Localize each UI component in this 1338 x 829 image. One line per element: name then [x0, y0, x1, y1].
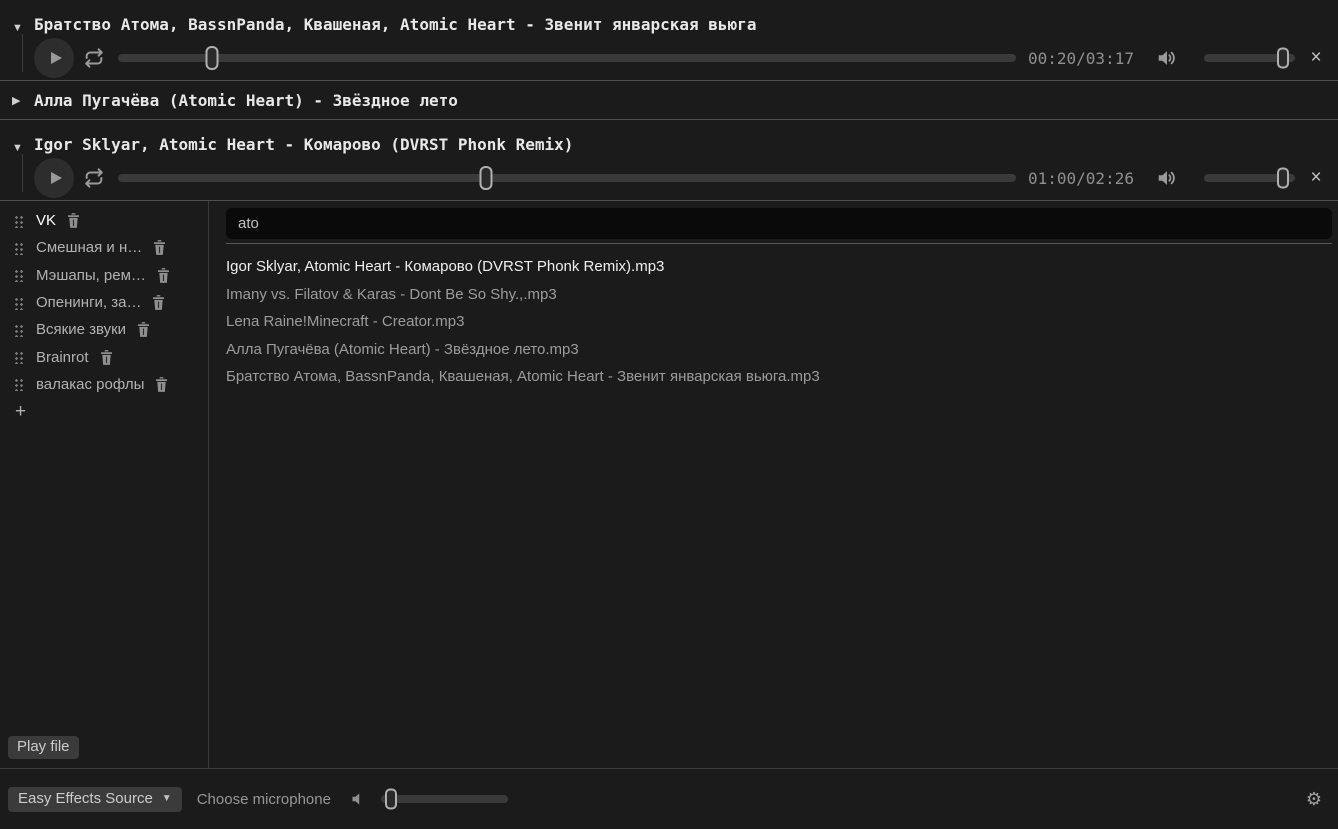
- drag-handle-icon[interactable]: [14, 241, 24, 255]
- drag-handle-icon[interactable]: [14, 214, 24, 228]
- tab-label: Мэшапы, рем…: [36, 267, 146, 284]
- play-icon: [51, 172, 62, 184]
- volume-icon[interactable]: [1156, 47, 1178, 69]
- audio-source-label: Easy Effects Source: [18, 790, 153, 807]
- collapse-arrow-icon[interactable]: ▼: [12, 142, 26, 154]
- tab-label: валакас рофлы: [36, 376, 144, 393]
- tab-label: Опенинги, за…: [36, 294, 141, 311]
- seek-slider-thumb[interactable]: [480, 166, 493, 190]
- add-tab-button[interactable]: +: [0, 398, 208, 425]
- trash-icon[interactable]: [157, 268, 170, 283]
- audio-source-dropdown[interactable]: Easy Effects Source ▼: [8, 787, 182, 812]
- sidebar-tab-mashups[interactable]: Мэшапы, рем…: [0, 262, 208, 289]
- sidebar-tab-smeshnaya[interactable]: Смешная и н…: [0, 234, 208, 261]
- sidebar-tab-openings[interactable]: Опенинги, за…: [0, 289, 208, 316]
- mic-volume-slider-thumb[interactable]: [385, 789, 397, 810]
- file-row[interactable]: Lena Raine!Minecraft - Creator.mp3: [226, 308, 1332, 336]
- close-icon[interactable]: ×: [1305, 167, 1327, 189]
- trash-icon[interactable]: [152, 295, 165, 310]
- player-1-header[interactable]: ▼ Братство Атома, BassnPanda, Квашеная, …: [0, 0, 1338, 36]
- file-row[interactable]: Братство Атома, BassnPanda, Квашеная, At…: [226, 363, 1332, 391]
- drag-handle-icon[interactable]: [14, 323, 24, 337]
- sidebar-tab-vsyakie-zvuki[interactable]: Всякие звуки: [0, 316, 208, 343]
- mic-volume-slider[interactable]: [381, 795, 508, 803]
- collapse-arrow-icon[interactable]: ▼: [12, 22, 26, 34]
- drag-handle-icon[interactable]: [14, 268, 24, 282]
- trash-icon[interactable]: [153, 240, 166, 255]
- file-list: Igor Sklyar, Atomic Heart - Комарово (DV…: [209, 244, 1338, 391]
- sidebar-tab-valakas-rofly[interactable]: валакас рофлы: [0, 371, 208, 398]
- play-icon: [51, 52, 62, 64]
- expand-arrow-icon[interactable]: ▶: [12, 94, 26, 107]
- muted-speaker-icon[interactable]: [347, 789, 367, 809]
- player-1-title: Братство Атома, BassnPanda, Квашеная, At…: [34, 15, 756, 34]
- trash-icon[interactable]: [137, 322, 150, 337]
- tab-label: Смешная и н…: [36, 239, 142, 256]
- time-display: 00:20/03:17: [1028, 49, 1142, 68]
- drag-handle-icon[interactable]: [14, 377, 24, 391]
- sidebar-tab-vk[interactable]: VK: [0, 207, 208, 234]
- time-display: 01:00/02:26: [1028, 169, 1142, 188]
- play-file-button[interactable]: Play file: [8, 736, 79, 759]
- player-1-controls: 00:20/03:17 ×: [0, 36, 1338, 80]
- tab-label: Brainrot: [36, 349, 89, 366]
- seek-slider-thumb[interactable]: [206, 46, 219, 70]
- trash-icon[interactable]: [155, 377, 168, 392]
- tab-label: VK: [36, 212, 56, 229]
- seek-slider[interactable]: [118, 54, 1016, 62]
- player-2-header[interactable]: ▶ Алла Пугачёва (Atomic Heart) - Звёздно…: [0, 81, 1338, 119]
- player-3-header[interactable]: ▼ Igor Sklyar, Atomic Heart - Комарово (…: [0, 120, 1338, 156]
- trash-icon[interactable]: [67, 213, 80, 228]
- volume-slider-thumb[interactable]: [1277, 48, 1289, 69]
- playlist-sidebar: VK Смешная и н…: [0, 201, 209, 768]
- trash-icon[interactable]: [100, 350, 113, 365]
- sidebar-tab-brainrot[interactable]: Brainrot: [0, 343, 208, 370]
- tab-label: Всякие звуки: [36, 321, 126, 338]
- volume-slider[interactable]: [1204, 174, 1295, 182]
- bottom-bar: Easy Effects Source ▼ Choose microphone …: [0, 769, 1338, 829]
- file-panel: Igor Sklyar, Atomic Heart - Комарово (DV…: [209, 201, 1338, 768]
- player-1: ▼ Братство Атома, BassnPanda, Квашеная, …: [0, 0, 1338, 81]
- volume-icon[interactable]: [1156, 167, 1178, 189]
- file-row[interactable]: Алла Пугачёва (Atomic Heart) - Звёздное …: [226, 336, 1332, 364]
- player-3: ▼ Igor Sklyar, Atomic Heart - Комарово (…: [0, 120, 1338, 201]
- seek-slider[interactable]: [118, 174, 1016, 182]
- drag-handle-icon[interactable]: [14, 350, 24, 364]
- player-3-title: Igor Sklyar, Atomic Heart - Комарово (DV…: [34, 135, 573, 154]
- player-2-title: Алла Пугачёва (Atomic Heart) - Звёздное …: [34, 91, 458, 110]
- sidebar-spacer: [0, 425, 208, 736]
- play-button[interactable]: [34, 38, 74, 78]
- play-button[interactable]: [34, 158, 74, 198]
- player-2: ▶ Алла Пугачёва (Atomic Heart) - Звёздно…: [0, 81, 1338, 120]
- search-input[interactable]: [226, 208, 1332, 239]
- player-3-controls: 01:00/02:26 ×: [0, 156, 1338, 200]
- repeat-icon[interactable]: [82, 46, 106, 70]
- file-row[interactable]: Imany vs. Filatov & Karas - Dont Be So S…: [226, 281, 1332, 309]
- play-file-area: Play file: [0, 736, 208, 768]
- chevron-down-icon: ▼: [162, 793, 172, 804]
- file-row[interactable]: Igor Sklyar, Atomic Heart - Комарово (DV…: [226, 253, 1332, 281]
- volume-slider[interactable]: [1204, 54, 1295, 62]
- main-area: VK Смешная и н…: [0, 201, 1338, 769]
- volume-slider-thumb[interactable]: [1277, 168, 1289, 189]
- soundboard-app: ▼ Братство Атома, BassnPanda, Квашеная, …: [0, 0, 1338, 829]
- gear-icon[interactable]: ⚙: [1306, 789, 1322, 809]
- players-section: ▼ Братство Атома, BassnPanda, Квашеная, …: [0, 0, 1338, 201]
- close-icon[interactable]: ×: [1305, 47, 1327, 69]
- drag-handle-icon[interactable]: [14, 296, 24, 310]
- repeat-icon[interactable]: [82, 166, 106, 190]
- plus-icon: +: [15, 401, 26, 423]
- choose-microphone-label: Choose microphone: [197, 791, 331, 808]
